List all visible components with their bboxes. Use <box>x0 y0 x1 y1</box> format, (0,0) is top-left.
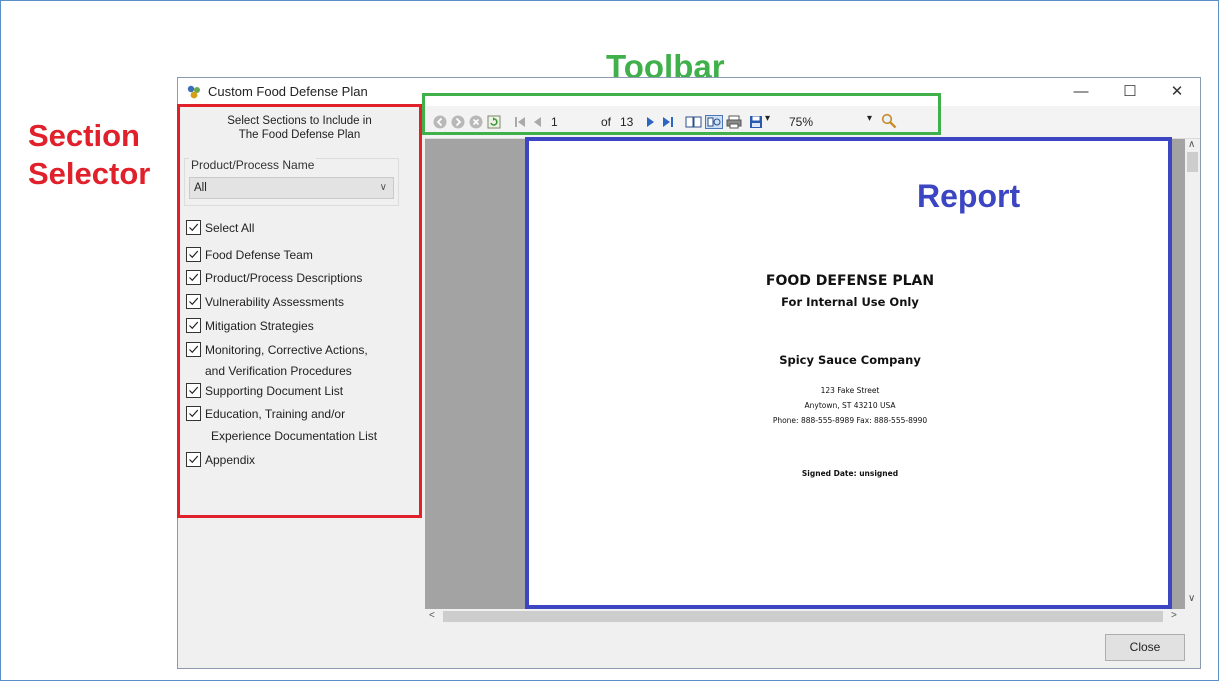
app-icon <box>187 85 200 99</box>
scroll-down-icon[interactable]: ∨ <box>1188 593 1195 604</box>
section-selector-annotation: Section Selector <box>28 118 151 191</box>
scroll-left-icon[interactable]: < <box>429 610 435 621</box>
toolbar-highlight <box>422 93 941 135</box>
maximize-icon[interactable]: ☐ <box>1107 78 1153 106</box>
close-icon[interactable]: ✕ <box>1154 78 1200 106</box>
scroll-right-icon[interactable]: > <box>1171 610 1177 621</box>
vertical-scroll-thumb[interactable] <box>1187 152 1198 172</box>
scroll-up-icon[interactable]: ∧ <box>1188 139 1195 150</box>
horizontal-scroll-thumb[interactable] <box>443 611 1163 622</box>
section-selector-highlight <box>177 104 422 518</box>
vertical-scrollbar[interactable]: ∧ ∨ <box>1185 139 1200 609</box>
minimize-icon[interactable]: — <box>1058 78 1104 106</box>
horizontal-scrollbar[interactable]: < > <box>425 609 1185 624</box>
window-title: Custom Food Defense Plan <box>208 84 368 99</box>
close-button[interactable]: Close <box>1105 634 1185 661</box>
report-annotation: Report <box>917 178 1021 214</box>
report-highlight <box>525 137 1172 609</box>
